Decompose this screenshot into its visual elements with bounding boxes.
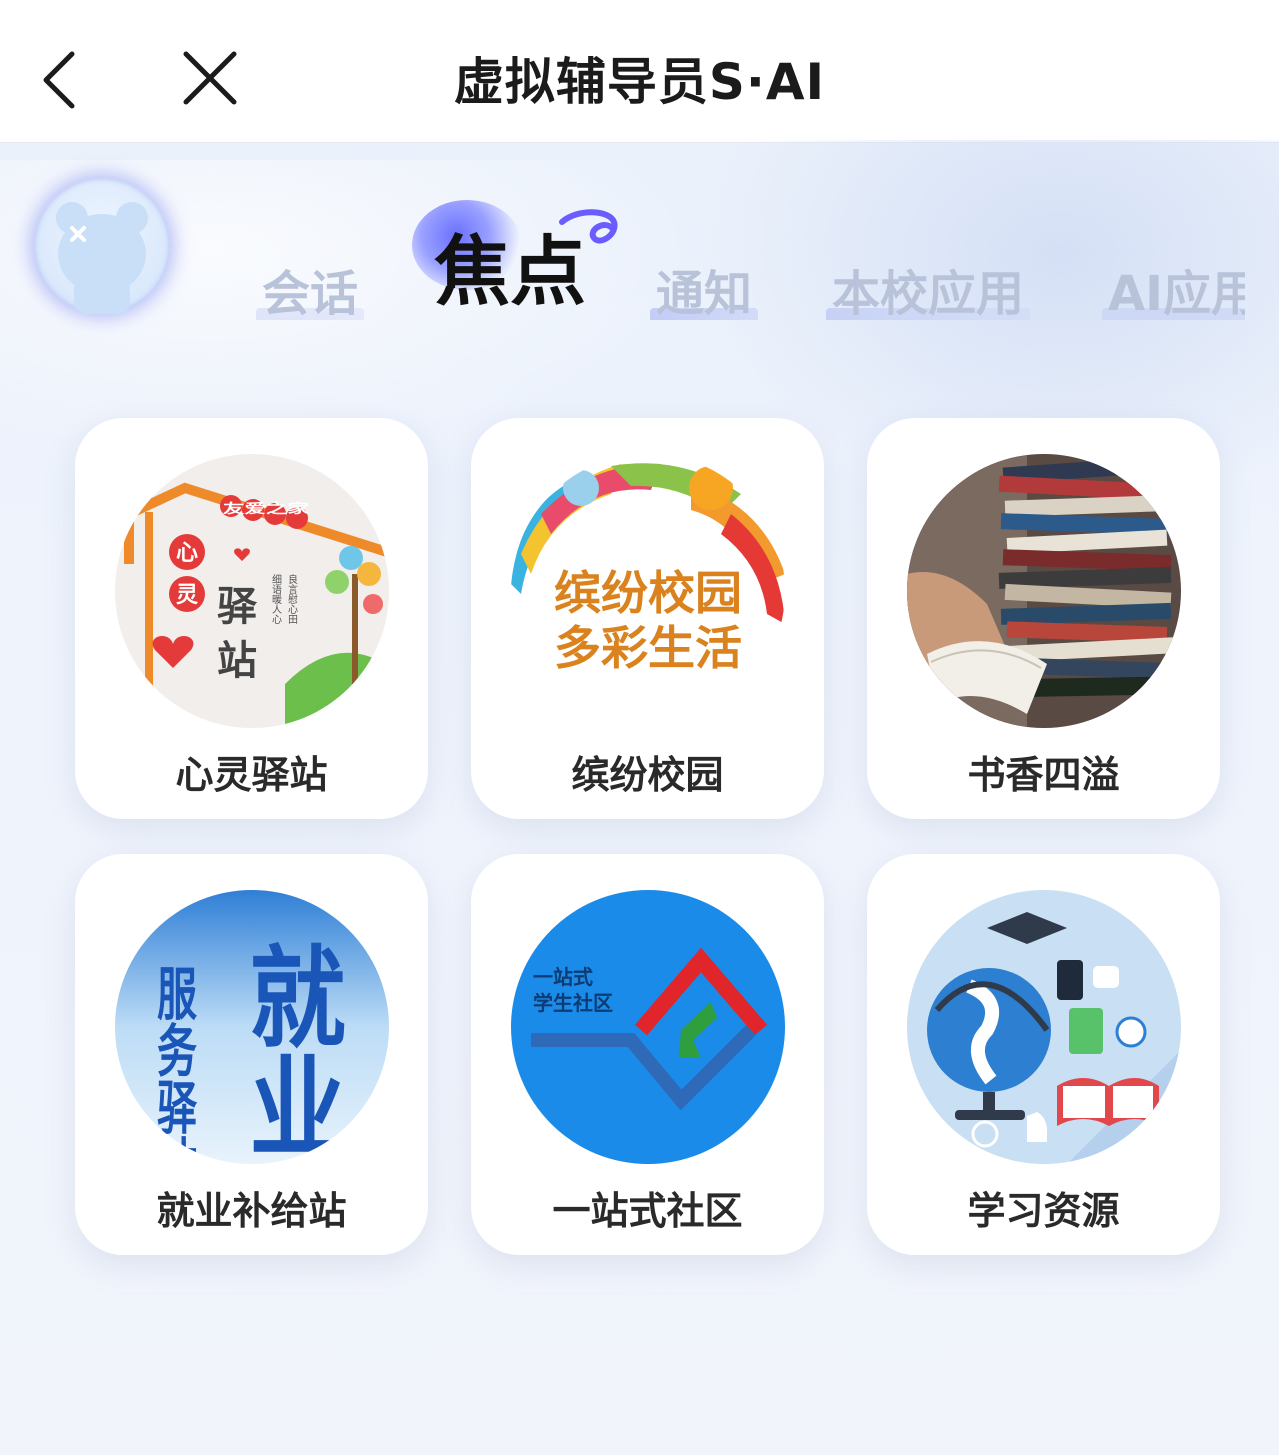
campus-line1: 缤纷校园: [554, 566, 742, 620]
swirl-icon: [559, 209, 618, 244]
card-label: 缤纷校园: [571, 753, 724, 797]
card-employment-station[interactable]: 服务驿站 就业 就业补给站: [75, 854, 428, 1255]
phone-icon: [1057, 960, 1083, 1000]
books-illustration: [907, 454, 1181, 728]
book-fragrance-image: [907, 454, 1181, 728]
card-label: 就业补给站: [156, 1189, 347, 1233]
top-bar: 虚拟辅导员S·AI: [0, 0, 1279, 143]
employment-illustration: 服务驿站 就业: [115, 890, 389, 1164]
card-label: 心灵驿站: [175, 753, 328, 797]
page-title: 虚拟辅导员S·AI: [453, 53, 826, 111]
community-line2: 学生社区: [533, 991, 613, 1015]
colorful-campus-illustration: 缤纷校园 多彩生活: [511, 454, 785, 728]
learning-resources-image: [907, 890, 1181, 1164]
learning-resources-illustration: [907, 890, 1181, 1164]
card-label: 书香四溢: [967, 753, 1120, 797]
notebook-icon: [1069, 1008, 1103, 1054]
heart-char: 心: [176, 541, 198, 566]
colorful-campus-image: 缤纷校园 多彩生活: [511, 454, 785, 728]
heart-char: 灵: [176, 583, 198, 608]
card-label: 一站式社区: [552, 1189, 743, 1233]
employment-big-text: 就业: [233, 940, 345, 1160]
employment-image: 服务驿站 就业: [115, 890, 389, 1164]
big-char: 驿: [217, 584, 258, 630]
community-line1: 一站式: [533, 965, 593, 989]
campus-line2: 多彩生活: [554, 621, 742, 675]
card-colorful-campus[interactable]: 缤纷校园 多彩生活 缤纷校园: [471, 418, 824, 819]
card-learning-resources[interactable]: 学习资源: [867, 854, 1220, 1255]
tab-notifications[interactable]: 通知: [650, 254, 759, 320]
card-book-fragrance[interactable]: 书香四溢: [867, 418, 1220, 819]
card-heart-station[interactable]: 友爱之家 心 灵 驿 站 细语暖人心 良言慰心田 心灵驿站: [75, 418, 428, 819]
motto-text: 良言慰心田: [286, 573, 298, 624]
card-one-stop-community[interactable]: 一站式 学生社区 一站式社区: [471, 854, 824, 1255]
one-stop-community-image: 一站式 学生社区: [511, 890, 785, 1164]
sign-text: 友爱之家: [223, 501, 311, 517]
community-logo-illustration: 一站式 学生社区: [511, 890, 785, 1164]
tab-bar: 会话 焦点 通知 本校应用 AI应用: [0, 180, 1245, 320]
card-label: 学习资源: [967, 1189, 1120, 1233]
tab-chat[interactable]: 会话: [256, 254, 365, 320]
tab-school-apps[interactable]: 本校应用: [826, 254, 1031, 320]
big-char: 站: [217, 638, 257, 684]
heart-station-image: 友爱之家 心 灵 驿 站 细语暖人心 良言慰心田: [115, 454, 389, 728]
heart-station-illustration: 友爱之家 心 灵 驿 站 细语暖人心 良言慰心田: [115, 454, 389, 728]
motto-text: 细语暖人心: [270, 573, 282, 624]
tab-ai-apps[interactable]: AI应用: [1102, 254, 1245, 320]
employment-small-text: 服务驿站: [150, 964, 197, 1164]
